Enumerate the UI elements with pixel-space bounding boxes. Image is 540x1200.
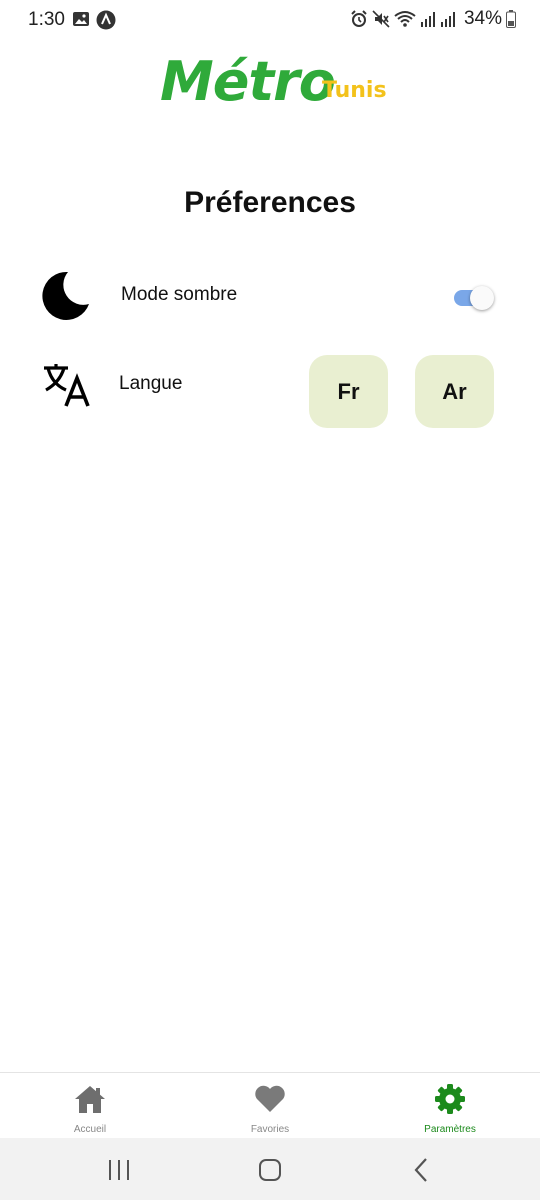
logo-sub-text: Tunis [322, 78, 387, 103]
language-label: Langue [119, 373, 183, 394]
battery-icon [506, 10, 516, 28]
back-icon[interactable] [401, 1156, 441, 1184]
dark-mode-toggle[interactable] [454, 286, 496, 310]
image-icon [73, 12, 89, 26]
status-bar: 1:30 34% [0, 0, 540, 40]
signal-icon [420, 12, 435, 27]
translate-icon [44, 364, 90, 407]
tab-label-favories: Favories [250, 1124, 290, 1135]
tab-label-accueil: Accueil [73, 1124, 107, 1135]
logo-main-text: Métro [160, 50, 336, 113]
tab-label-parametres: Paramètres [424, 1124, 476, 1135]
battery-percentage: 34% [463, 8, 502, 29]
mute-icon [372, 10, 390, 28]
tab-accueil[interactable]: Accueil [0, 1073, 180, 1139]
wifi-icon [394, 11, 416, 27]
system-nav-bar [0, 1138, 540, 1200]
home-circle-icon[interactable] [250, 1156, 290, 1184]
tab-favories[interactable]: Favories [180, 1073, 360, 1139]
status-right-icons: 34% [350, 8, 516, 30]
tab-parametres[interactable]: Paramètres [360, 1073, 540, 1139]
language-ar-button[interactable]: Ar [415, 355, 494, 428]
page-title: Préferences [184, 186, 356, 219]
bottom-tab-bar: Accueil Favories Paramètres [0, 1072, 540, 1139]
language-row: Langue Fr Ar [0, 352, 540, 432]
app-logo: Métro Tunis [160, 50, 390, 114]
signal-icon [440, 12, 455, 27]
status-left-icons [72, 10, 116, 30]
language-fr-button[interactable]: Fr [309, 355, 388, 428]
dark-mode-row: Mode sombre [0, 266, 540, 326]
status-time: 1:30 [28, 9, 65, 30]
alarm-icon [351, 10, 367, 27]
app-notification-icon [96, 10, 116, 30]
heart-icon [255, 1085, 285, 1112]
home-icon [75, 1086, 105, 1113]
recent-apps-icon[interactable] [99, 1156, 139, 1184]
dark-mode-label: Mode sombre [121, 284, 238, 305]
gear-icon [435, 1084, 465, 1114]
toggle-thumb [470, 286, 494, 310]
moon-icon [42, 271, 89, 320]
